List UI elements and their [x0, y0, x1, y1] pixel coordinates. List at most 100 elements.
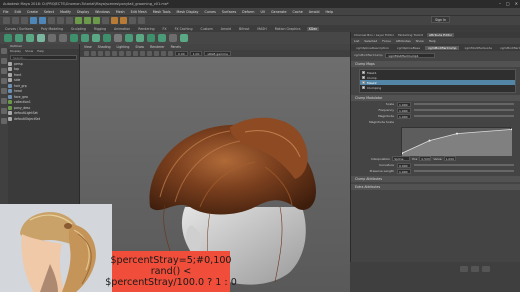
- ambient-occlusion-icon[interactable]: [161, 51, 166, 56]
- viewport-menu-lighting[interactable]: Lighting: [117, 45, 130, 49]
- menu-edit-mesh[interactable]: Edit Mesh: [131, 10, 147, 14]
- section-clump-attributes[interactable]: Clump Attributes: [351, 176, 520, 182]
- outliner-menu-show[interactable]: Show: [25, 49, 33, 54]
- clump-row[interactable]: Clumping: [360, 85, 515, 90]
- menu-modify[interactable]: Modify: [60, 10, 71, 14]
- shelf-tab-fx[interactable]: FX: [161, 27, 169, 31]
- menu-select[interactable]: Select: [44, 10, 54, 14]
- gamma-field[interactable]: 1.00: [189, 51, 203, 56]
- menu-help[interactable]: Help: [325, 10, 333, 14]
- coil-modifier-icon[interactable]: [103, 34, 111, 42]
- menu-generate[interactable]: Generate: [271, 10, 286, 14]
- attr-slider[interactable]: [414, 170, 514, 172]
- node-tab-description[interactable]: xgmSplineDescription: [353, 46, 392, 50]
- viewport-menu-renderer[interactable]: Renderer: [150, 45, 165, 49]
- ae-menu-focus[interactable]: Focus: [382, 39, 391, 43]
- select-hierarchy-icon[interactable]: [48, 17, 55, 24]
- menu-deform[interactable]: Deform: [242, 10, 254, 14]
- groom-brush-icon[interactable]: [37, 34, 45, 42]
- paint-select-icon[interactable]: [1, 68, 7, 74]
- open-scene-icon[interactable]: [12, 17, 19, 24]
- shelf-tab-rendering[interactable]: Rendering: [136, 27, 156, 31]
- ae-menu-list[interactable]: List: [354, 39, 359, 43]
- shelf-tab-bifrost[interactable]: Bifrost: [237, 27, 251, 31]
- snap-point-icon[interactable]: [93, 17, 100, 24]
- render-settings-icon[interactable]: [129, 17, 136, 24]
- clump-checkbox[interactable]: [362, 86, 365, 89]
- textured-icon[interactable]: [140, 51, 145, 56]
- color-space-select[interactable]: sRGB gamma: [204, 51, 231, 56]
- grid-icon[interactable]: [105, 51, 110, 56]
- new-scene-icon[interactable]: [3, 17, 10, 24]
- smooth-brush-icon[interactable]: [158, 34, 166, 42]
- layout-four-icon[interactable]: [1, 118, 7, 124]
- place-guides-icon[interactable]: [48, 34, 56, 42]
- outliner-menu-display[interactable]: Display: [10, 49, 21, 54]
- attr-value-field[interactable]: 1.000: [397, 113, 411, 119]
- tab-attribute-editor[interactable]: Attribute Editor: [426, 33, 455, 37]
- clump-checkbox[interactable]: [362, 81, 365, 84]
- outliner-item[interactable]: defaultObjectSet: [8, 116, 79, 122]
- snap-grid-icon[interactable]: [75, 17, 82, 24]
- attr-slider[interactable]: [414, 164, 514, 166]
- export-icon[interactable]: [180, 34, 188, 42]
- hypershade-icon[interactable]: [138, 17, 145, 24]
- tab-channel-box[interactable]: Channel Box / Layer Editor: [354, 33, 394, 37]
- clump-checkbox[interactable]: [362, 71, 365, 74]
- save-scene-icon[interactable]: [21, 17, 28, 24]
- viewport-menu-view[interactable]: View: [84, 45, 92, 49]
- xgen-interactive-groom-icon[interactable]: [15, 34, 23, 42]
- pos-field[interactable]: 0.500: [419, 156, 432, 161]
- menu-surfaces[interactable]: Surfaces: [222, 10, 236, 14]
- menu-windows[interactable]: Windows: [95, 10, 110, 14]
- move-tool-icon[interactable]: [1, 78, 7, 84]
- shelf-tab-fx-caching[interactable]: FX Caching: [173, 27, 195, 31]
- attr-value-field[interactable]: 1.000: [397, 107, 411, 113]
- tab-modelling-toolkit[interactable]: Modelling Toolkit: [398, 33, 423, 37]
- xgen-editor-icon[interactable]: [4, 34, 12, 42]
- viewport-menu-panels[interactable]: Panels: [171, 45, 181, 49]
- menu-mesh[interactable]: Mesh: [116, 10, 125, 14]
- shelf-tab-custom[interactable]: Custom: [198, 27, 214, 31]
- node-tab-guide[interactable]: xgmModifierGuide: [461, 46, 495, 50]
- cache-icon[interactable]: [169, 34, 177, 42]
- attr-value-field[interactable]: 0.000: [397, 162, 411, 168]
- outliner-search-input[interactable]: Search...: [10, 55, 77, 60]
- image-plane-icon[interactable]: [98, 51, 103, 56]
- comb-brush-icon[interactable]: [147, 34, 155, 42]
- noise-modifier-icon[interactable]: [81, 34, 89, 42]
- select-button[interactable]: [460, 266, 468, 272]
- exposure-field[interactable]: 0.00: [175, 51, 188, 56]
- menu-mesh-tools[interactable]: Mesh Tools: [153, 10, 171, 14]
- shelf-tab-arnold[interactable]: Arnold: [219, 27, 233, 31]
- snap-plane-icon[interactable]: [102, 17, 109, 24]
- attr-slider[interactable]: [414, 115, 514, 117]
- menu-display[interactable]: Display: [77, 10, 89, 14]
- minimize-button[interactable]: –: [499, 1, 501, 6]
- xray-icon[interactable]: [168, 51, 173, 56]
- cut-modifier-icon[interactable]: [92, 34, 100, 42]
- add-modifier-icon[interactable]: [59, 34, 67, 42]
- copy-tab-button[interactable]: [482, 266, 490, 272]
- section-extra-attributes[interactable]: Extra Attributes: [351, 184, 520, 190]
- ramp-graph[interactable]: [401, 127, 513, 156]
- load-attributes-button[interactable]: [471, 266, 479, 272]
- node-tab-cut[interactable]: xgmModifierCut: [497, 46, 520, 50]
- ipr-render-icon[interactable]: [120, 17, 127, 24]
- shelf-tab-curves[interactable]: Curves / Surfaces: [3, 27, 35, 31]
- sign-in-button[interactable]: Sign In: [431, 16, 450, 23]
- rotate-tool-icon[interactable]: [1, 88, 7, 94]
- attr-slider[interactable]: [414, 103, 514, 105]
- menu-curves[interactable]: Curves: [204, 10, 215, 14]
- shelf-tab-poly-modeling[interactable]: Poly Modeling: [39, 27, 65, 31]
- shelf-tab-animation[interactable]: Animation: [112, 27, 132, 31]
- attr-slider[interactable]: [414, 109, 514, 111]
- shelf-tab-mash[interactable]: MASH: [255, 27, 268, 31]
- bookmark-icon[interactable]: [91, 51, 96, 56]
- menu-create[interactable]: Create: [27, 10, 38, 14]
- attr-value-field[interactable]: 1.000: [397, 168, 411, 174]
- undo-icon[interactable]: [30, 17, 37, 24]
- outliner-menu-help[interactable]: Help: [37, 49, 44, 54]
- length-brush-icon[interactable]: [136, 34, 144, 42]
- shelf-tab-sculpting[interactable]: Sculpting: [69, 27, 88, 31]
